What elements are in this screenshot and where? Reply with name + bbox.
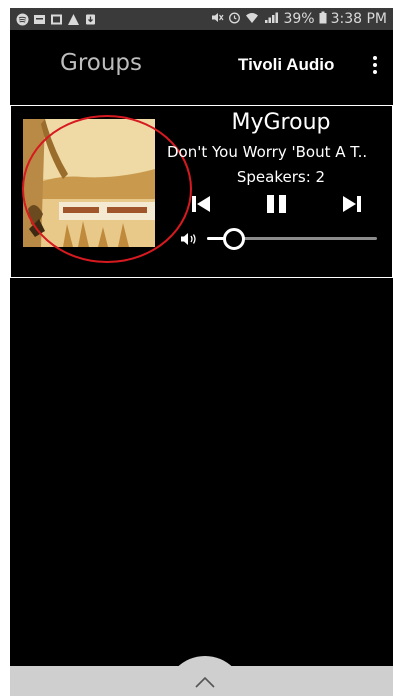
speakers-count: Speakers: 2 [236, 168, 326, 186]
alarm-icon [228, 11, 241, 28]
group-name: MyGroup [231, 110, 331, 135]
pause-icon [267, 195, 286, 213]
page-title: Groups [60, 50, 143, 76]
wifi-icon [245, 11, 259, 28]
download-icon [84, 13, 97, 26]
group-card[interactable]: MyGroup Don't You Worry 'Bout A T.. Spea… [10, 105, 393, 278]
app-bar: Groups Tivoli Audio [10, 30, 393, 100]
battery-percent: 39% [283, 11, 315, 27]
spotify-icon [16, 13, 29, 26]
previous-icon [192, 196, 210, 212]
clock: 3:38 PM [330, 11, 387, 27]
image-icon [50, 13, 63, 26]
track-title: Don't You Worry 'Bout A T.. [167, 143, 368, 161]
message-icon [33, 13, 46, 26]
battery-icon [319, 11, 327, 28]
notification-icons [10, 13, 97, 26]
warning-icon [67, 13, 80, 26]
next-icon [343, 196, 361, 212]
next-button[interactable] [338, 192, 364, 216]
chevron-up-icon[interactable] [194, 674, 216, 688]
bottom-bar [10, 656, 393, 696]
volume-thumb[interactable] [223, 228, 245, 250]
previous-button[interactable] [189, 192, 215, 216]
signal-icon [263, 11, 279, 28]
volume-icon [179, 231, 199, 247]
status-bar: 39% 3:38 PM [10, 8, 393, 30]
volume-slider[interactable] [207, 228, 377, 250]
pause-button[interactable] [264, 192, 290, 216]
brand-logo: Tivoli Audio [238, 55, 335, 74]
highlight-ring [22, 115, 192, 263]
more-vert-icon[interactable] [370, 54, 380, 76]
system-status: 39% 3:38 PM [210, 8, 387, 30]
mute-icon [210, 11, 224, 28]
phone-screen: 39% 3:38 PM Groups Tivoli Audio MyGroup … [10, 8, 393, 696]
